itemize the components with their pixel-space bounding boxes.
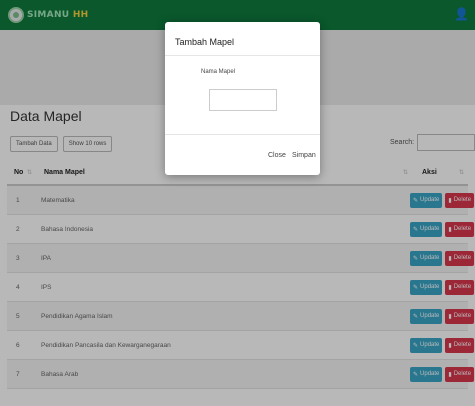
modal-divider	[165, 55, 320, 56]
nama-mapel-label: Nama Mapel	[201, 69, 236, 75]
modal-title: Tambah Mapel	[175, 37, 235, 47]
tambah-mapel-modal: Tambah Mapel Nama Mapel Close Simpan	[165, 22, 320, 175]
nama-mapel-input[interactable]	[209, 89, 277, 111]
close-button[interactable]: Close	[265, 147, 289, 163]
modal-divider	[165, 134, 320, 135]
simpan-button[interactable]: Simpan	[289, 147, 319, 163]
